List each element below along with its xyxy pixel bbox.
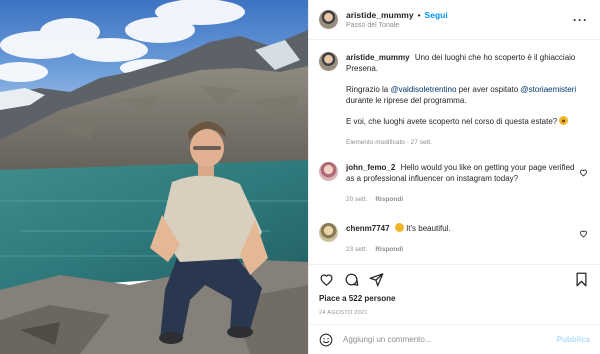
post-date: 24 AGOSTO 2021 (319, 310, 368, 316)
author-username[interactable]: aristide_mummy (346, 10, 414, 20)
location-link[interactable]: Passo del Tonale (346, 22, 448, 29)
caption-text: E voi, che luoghi avete scoperto nel cor… (346, 117, 558, 126)
commenter-username[interactable]: john_femo_2 (346, 163, 395, 172)
caption-edited-time: Elemento modificato · 27 sett. (346, 139, 432, 146)
comment-time: 23 sett. (346, 246, 368, 253)
publish-button[interactable]: Pubblica (557, 335, 590, 344)
commenter-avatar[interactable] (319, 162, 338, 181)
post-image (0, 0, 308, 354)
caption-paragraph-2: Ringrazio la @valdisoletrentino per aver… (346, 84, 581, 106)
cool-face-emoji-icon (559, 116, 569, 125)
comment-text: It's beautiful. (406, 224, 451, 233)
like-heart-icon[interactable] (319, 272, 334, 287)
more-options-icon[interactable]: ··· (573, 13, 588, 27)
comments-list[interactable]: aristide_mummy Uno dei luoghi che ho sco… (309, 40, 600, 264)
emoji-picker-icon[interactable] (319, 333, 333, 347)
reply-button[interactable]: Rispondi (375, 194, 403, 205)
comment-time: 20 sett. (346, 196, 368, 203)
mention-link-storiaemisteri[interactable]: @storiaemisteri (520, 85, 576, 94)
post-header: aristide_mummy • Segui Passo del Tonale … (309, 0, 600, 40)
comment-item: chenm7747 It's beautiful. 23 sett. Rispo… (319, 223, 590, 255)
reply-button[interactable]: Rispondi (375, 244, 403, 255)
comment-meta: 20 sett. Rispondi (346, 194, 581, 205)
mention-link-valdisoletrentino[interactable]: @valdisoletrentino (390, 85, 456, 94)
caption-text: durante le riprese del programma. (346, 96, 467, 105)
action-bar (309, 264, 600, 294)
crying-face-emoji-icon (394, 223, 404, 232)
follow-button[interactable]: Segui (425, 10, 448, 20)
caption-meta: Elemento modificato · 27 sett. (346, 137, 581, 148)
caption-text: Ringrazio la (346, 85, 391, 94)
separator-dot: • (417, 10, 421, 20)
like-comment-heart-icon[interactable] (579, 229, 588, 238)
share-send-icon[interactable] (369, 272, 384, 287)
likes-count[interactable]: Piace a 522 persone (309, 294, 600, 307)
caption-avatar[interactable] (319, 52, 338, 71)
commenter-username[interactable]: chenm7747 (346, 224, 390, 233)
bookmark-icon[interactable] (575, 272, 588, 287)
caption-text: per aver ospitato (456, 85, 521, 94)
comment-bubble-icon[interactable] (344, 272, 359, 287)
caption-paragraph-3: E voi, che luoghi avete scoperto nel cor… (346, 116, 581, 127)
commenter-avatar[interactable] (319, 223, 338, 242)
author-avatar[interactable] (319, 10, 338, 29)
comment-item: john_femo_2 Hello would you like on gett… (319, 162, 590, 205)
comment-composer: Pubblica (309, 324, 600, 354)
caption: aristide_mummy Uno dei luoghi che ho sco… (319, 52, 590, 148)
post-detail-panel: aristide_mummy • Segui Passo del Tonale … (308, 0, 600, 354)
caption-username[interactable]: aristide_mummy (346, 53, 410, 62)
post-photo[interactable] (0, 0, 308, 354)
author-info: aristide_mummy • Segui Passo del Tonale (346, 10, 448, 29)
comment-meta: 23 sett. Rispondi (346, 244, 581, 255)
comment-input[interactable] (343, 335, 557, 344)
like-comment-heart-icon[interactable] (579, 168, 588, 177)
